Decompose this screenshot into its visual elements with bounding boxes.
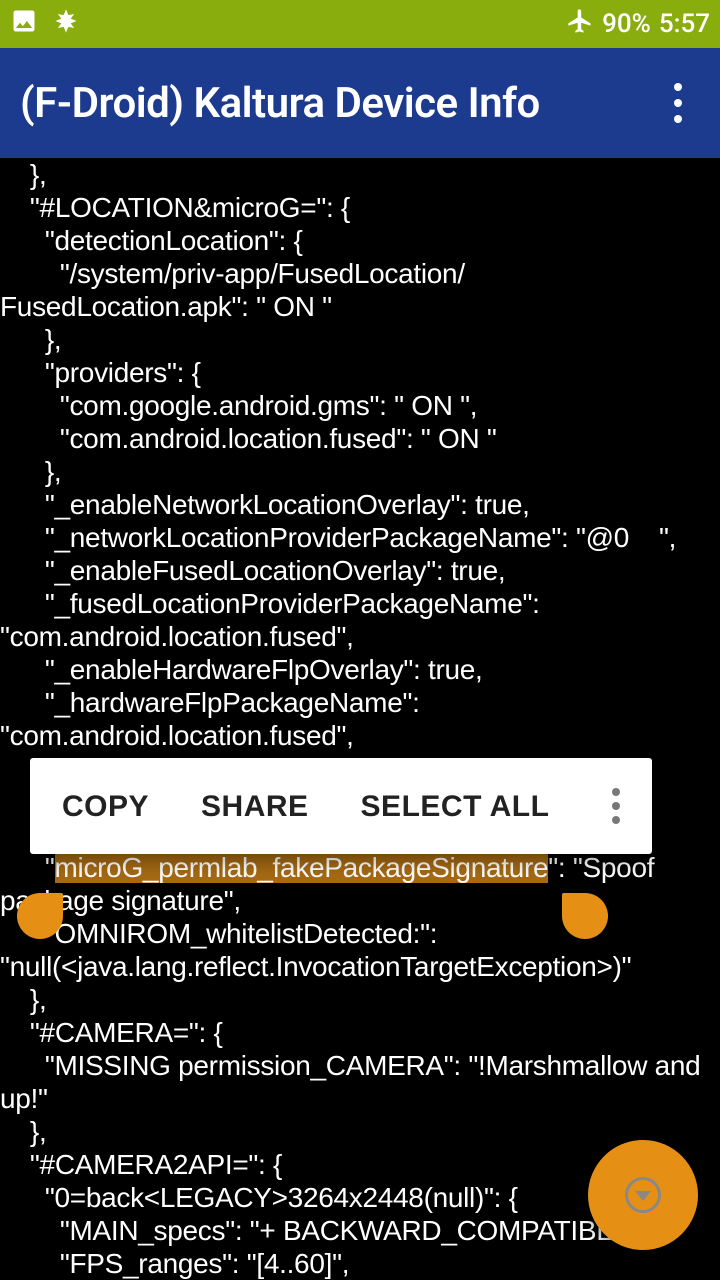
- leaf-icon: [52, 7, 80, 42]
- status-bar: 90% 5:57: [0, 0, 720, 48]
- app-bar: (F-Droid) Kaltura Device Info: [0, 48, 720, 158]
- share-button[interactable]: SHARE: [201, 790, 309, 823]
- selection-handle-end[interactable]: [562, 893, 608, 939]
- copy-button[interactable]: COPY: [62, 790, 149, 823]
- picture-icon: [10, 7, 38, 42]
- scroll-down-fab[interactable]: [588, 1140, 698, 1250]
- overflow-menu-button[interactable]: [656, 81, 700, 125]
- text-selection-toolbar: COPY SHARE SELECT ALL: [30, 758, 652, 854]
- airplane-mode-icon: [566, 7, 594, 42]
- more-vert-icon: [674, 83, 682, 123]
- selection-handle-start[interactable]: [17, 893, 63, 939]
- chevron-down-circle-icon: [625, 1177, 661, 1213]
- device-info-text[interactable]: }, "#LOCATION&microG=": { "detectionLoca…: [0, 158, 720, 1280]
- select-all-button[interactable]: SELECT ALL: [361, 790, 550, 823]
- toolbar-overflow-button[interactable]: [612, 788, 620, 824]
- selected-text: microG_permlab_fakePackageSignature: [55, 852, 549, 883]
- battery-percent: 90%: [602, 9, 651, 39]
- page-title: (F-Droid) Kaltura Device Info: [20, 79, 540, 128]
- clock: 5:57: [659, 9, 710, 39]
